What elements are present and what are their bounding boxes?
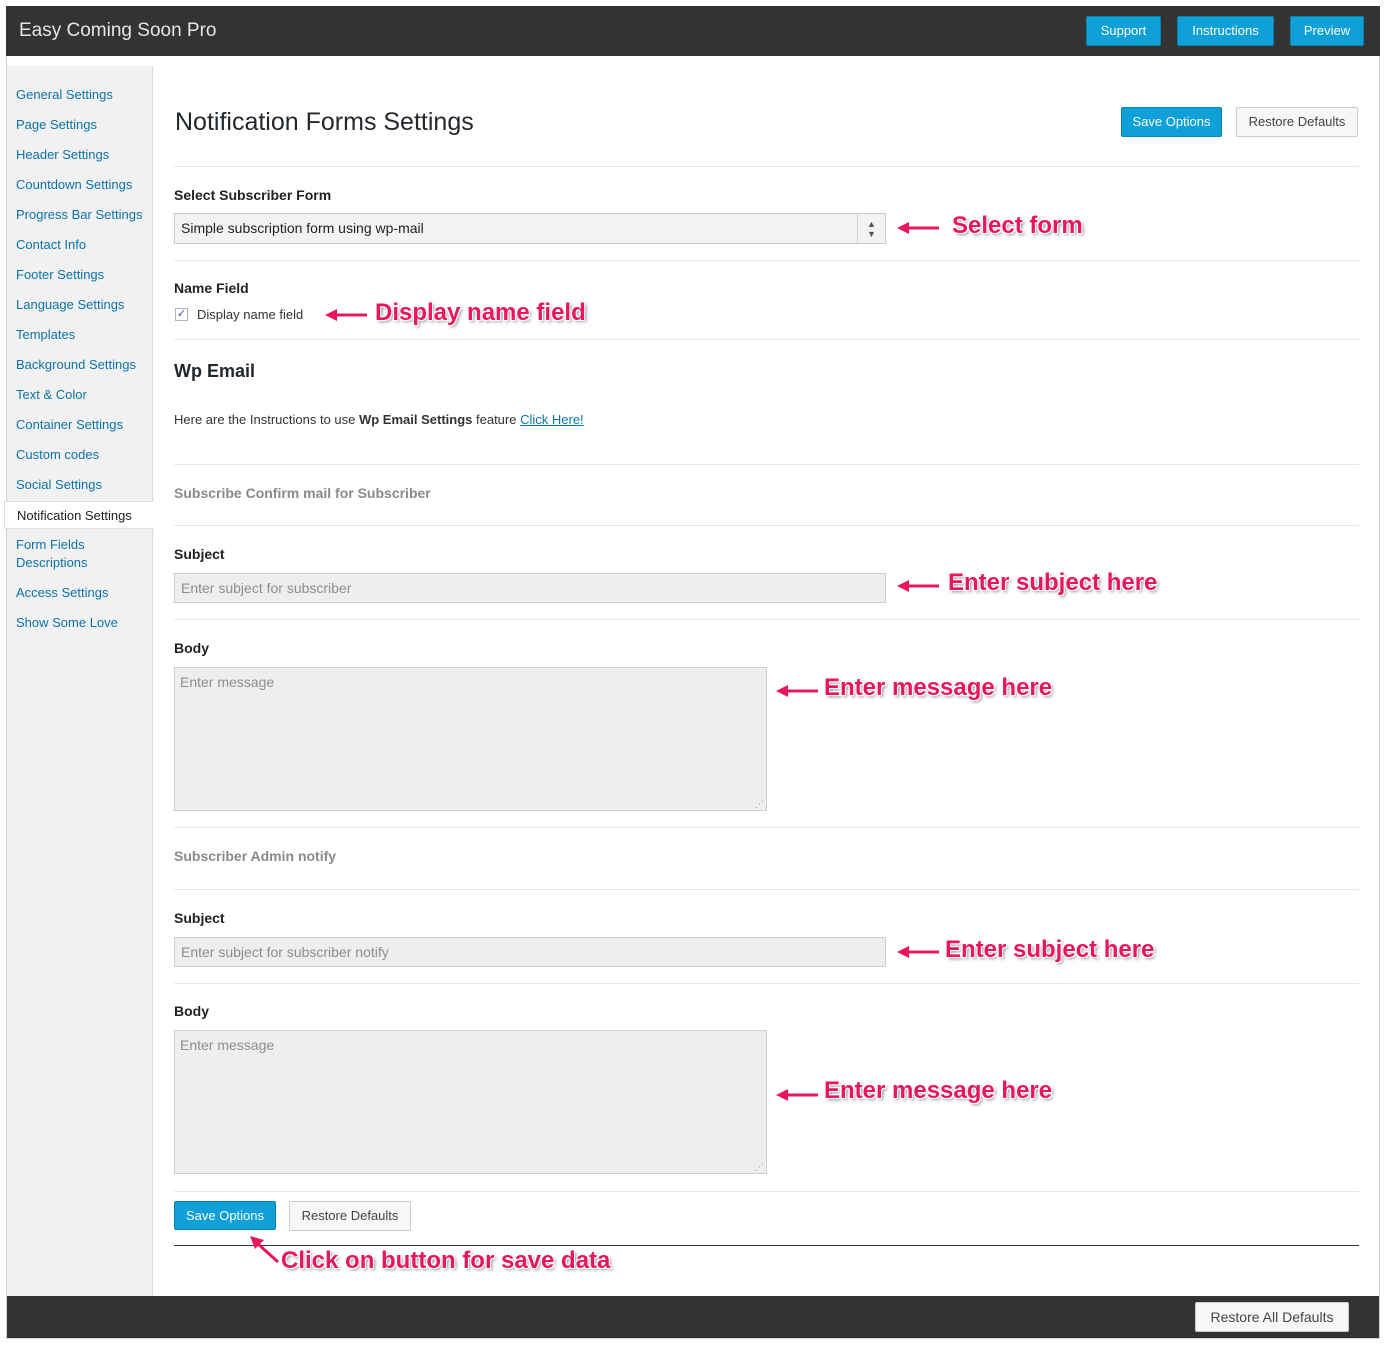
top-bar: Easy Coming Soon Pro	[6, 6, 1380, 56]
instructions-button[interactable]: Instructions	[1177, 16, 1274, 46]
sidebar-item-general-settings[interactable]: General Settings	[16, 86, 113, 104]
bottom-save-options-button[interactable]: Save Options	[174, 1201, 276, 1230]
sidebar-item-contact-info[interactable]: Contact Info	[16, 236, 86, 254]
instructions-text: feature	[472, 412, 521, 427]
left-arrow-icon	[325, 309, 367, 321]
page-title: Notification Forms Settings	[175, 108, 474, 136]
name-field-label: Name Field	[174, 280, 249, 296]
restore-all-defaults-button[interactable]: Restore All Defaults	[1195, 1302, 1349, 1332]
sidebar-item-container-settings[interactable]: Container Settings	[16, 416, 123, 434]
sidebar-item-label: Descriptions	[16, 555, 88, 570]
confirm-body-placeholder: Enter message	[180, 674, 275, 690]
confirm-body-textarea[interactable]: Enter message ⋰	[174, 667, 767, 811]
support-button[interactable]: Support	[1086, 16, 1161, 46]
admin-subject-label: Subject	[174, 910, 225, 926]
checkmark-icon: ✓	[176, 308, 187, 320]
sidebar-item-access-settings[interactable]: Access Settings	[16, 584, 109, 602]
annotation-subject-2: Enter subject here	[945, 936, 1155, 963]
display-name-checkbox-label[interactable]: Display name field	[197, 307, 303, 322]
sidebar-item-footer-settings[interactable]: Footer Settings	[16, 266, 104, 284]
sidebar-item-countdown-settings[interactable]: Countdown Settings	[16, 176, 132, 194]
admin-notify-heading: Subscriber Admin notify	[174, 848, 337, 864]
instructions-bold-text: Wp Email Settings	[358, 412, 473, 427]
up-left-arrow-icon	[250, 1236, 280, 1264]
wp-email-heading: Wp Email	[174, 361, 256, 381]
sidebar-item-social-settings[interactable]: Social Settings	[16, 476, 102, 494]
resize-grip-icon[interactable]: ⋰	[755, 1163, 764, 1172]
sidebar-item-background-settings[interactable]: Background Settings	[16, 356, 136, 374]
app-title: Easy Coming Soon Pro	[19, 20, 217, 41]
divider	[174, 166, 1359, 167]
instructions-text: Here are the Instructions to use	[174, 412, 359, 427]
confirm-body-label: Body	[174, 640, 209, 656]
annotation-subject-1: Enter subject here	[948, 569, 1158, 596]
confirm-subject-placeholder: Enter subject for subscriber	[181, 580, 352, 596]
left-arrow-icon	[897, 580, 939, 592]
footer-bar	[7, 1296, 1379, 1338]
sidebar-item-notification-settings[interactable]: Notification Settings	[4, 501, 154, 529]
confirm-subject-input[interactable]: Enter subject for subscriber	[174, 573, 886, 603]
divider	[174, 260, 1359, 261]
divider	[174, 983, 1359, 984]
bottom-divider	[174, 1245, 1359, 1246]
left-arrow-icon	[776, 685, 818, 697]
sidebar-item-show-some-love[interactable]: Show Some Love	[16, 614, 118, 632]
admin-body-textarea[interactable]: Enter message ⋰	[174, 1030, 767, 1174]
subscriber-form-selected-value: Simple subscription form using wp-mail	[181, 220, 424, 236]
divider	[174, 339, 1359, 340]
resize-grip-icon[interactable]: ⋰	[755, 800, 764, 809]
sidebar-item-text-color[interactable]: Text & Color	[16, 386, 87, 404]
save-options-button[interactable]: Save Options	[1121, 107, 1222, 137]
divider	[174, 889, 1359, 890]
sidebar-item-form-fields-descriptions[interactable]: Form Fields Descriptions	[16, 536, 88, 572]
restore-defaults-button[interactable]: Restore Defaults	[1236, 107, 1358, 137]
sidebar-item-label: Form Fields	[16, 537, 85, 552]
sidebar-item-header-settings[interactable]: Header Settings	[16, 146, 109, 164]
annotation-display-name: Display name field	[375, 299, 586, 326]
confirm-subject-label: Subject	[174, 546, 225, 562]
preview-button[interactable]: Preview	[1290, 16, 1364, 46]
select-arrows-icon: ▲ ▼	[857, 214, 885, 243]
bottom-restore-defaults-button[interactable]: Restore Defaults	[289, 1201, 411, 1231]
display-name-checkbox[interactable]: ✓	[175, 308, 188, 321]
sidebar-item-templates[interactable]: Templates	[16, 326, 75, 344]
sidebar-item-progress-bar-settings[interactable]: Progress Bar Settings	[16, 206, 142, 224]
divider	[174, 464, 1359, 465]
left-arrow-icon	[776, 1089, 818, 1101]
confirm-mail-heading: Subscribe Confirm mail for Subscriber	[174, 485, 431, 501]
annotation-select-form: Select form	[952, 212, 1083, 239]
admin-body-placeholder: Enter message	[180, 1037, 275, 1053]
divider	[174, 619, 1359, 620]
subscriber-form-select[interactable]: Simple subscription form using wp-mail ▲…	[174, 213, 886, 244]
divider	[174, 1191, 1359, 1192]
left-arrow-icon	[897, 222, 939, 234]
admin-body-label: Body	[174, 1003, 209, 1019]
divider	[174, 827, 1359, 828]
left-arrow-icon	[897, 946, 939, 958]
annotation-save: Click on button for save data	[281, 1247, 611, 1274]
sidebar-item-language-settings[interactable]: Language Settings	[16, 296, 124, 314]
sidebar-item-custom-codes[interactable]: Custom codes	[16, 446, 99, 464]
annotation-message-2: Enter message here	[824, 1077, 1053, 1104]
divider	[174, 525, 1359, 526]
wp-email-instructions: Here are the Instructions to use Wp Emai…	[174, 412, 584, 427]
sidebar: General Settings Page Settings Header Se…	[4, 66, 154, 1296]
sidebar-item-page-settings[interactable]: Page Settings	[16, 116, 97, 134]
annotation-message-1: Enter message here	[824, 674, 1053, 701]
admin-subject-placeholder: Enter subject for subscriber notify	[181, 944, 389, 960]
click-here-link[interactable]: Click Here!	[520, 412, 584, 427]
subscriber-form-label: Select Subscriber Form	[174, 187, 332, 203]
admin-subject-input[interactable]: Enter subject for subscriber notify	[174, 937, 886, 967]
